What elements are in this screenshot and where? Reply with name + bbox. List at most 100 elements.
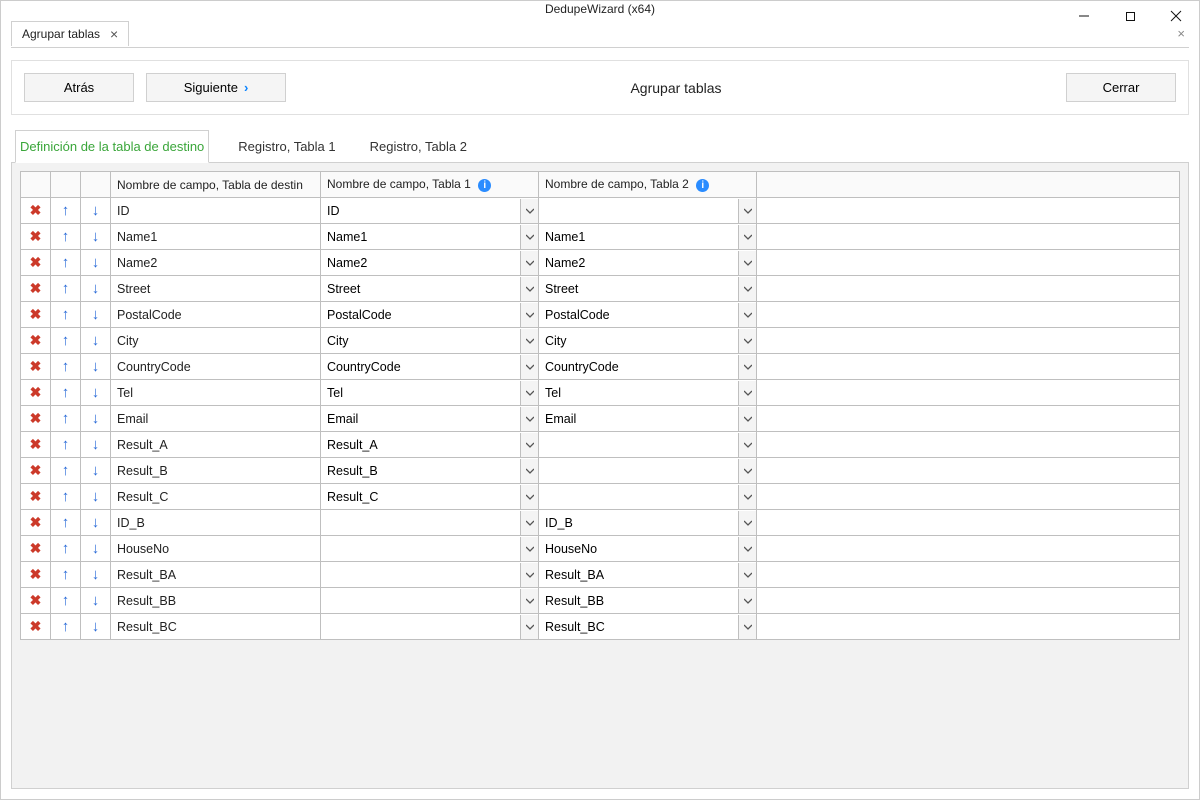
- move-down-button[interactable]: ↓: [81, 302, 110, 327]
- chevron-down-icon[interactable]: [520, 225, 538, 249]
- move-down-button[interactable]: ↓: [81, 484, 110, 509]
- field-combo-input[interactable]: [321, 251, 520, 275]
- field-combo[interactable]: [539, 614, 756, 639]
- outer-tab-group-tables[interactable]: Agrupar tablas ×: [11, 21, 129, 46]
- dest-field-cell[interactable]: PostalCode: [111, 308, 320, 322]
- delete-row-button[interactable]: ✖: [21, 224, 50, 249]
- delete-row-button[interactable]: ✖: [21, 354, 50, 379]
- field-combo-input[interactable]: [321, 615, 520, 639]
- chevron-down-icon[interactable]: [738, 459, 756, 483]
- field-combo-input[interactable]: [539, 381, 738, 405]
- field-combo[interactable]: [321, 588, 538, 613]
- move-down-button[interactable]: ↓: [81, 588, 110, 613]
- move-down-button[interactable]: ↓: [81, 354, 110, 379]
- move-up-button[interactable]: ↑: [51, 588, 80, 613]
- field-combo[interactable]: [539, 224, 756, 249]
- chevron-down-icon[interactable]: [520, 563, 538, 587]
- field-combo-input[interactable]: [321, 589, 520, 613]
- move-down-button[interactable]: ↓: [81, 380, 110, 405]
- field-combo-input[interactable]: [539, 563, 738, 587]
- delete-row-button[interactable]: ✖: [21, 406, 50, 431]
- close-button[interactable]: Cerrar: [1066, 73, 1176, 102]
- chevron-down-icon[interactable]: [738, 329, 756, 353]
- field-combo-input[interactable]: [539, 537, 738, 561]
- field-combo[interactable]: [321, 458, 538, 483]
- field-combo[interactable]: [539, 406, 756, 431]
- delete-row-button[interactable]: ✖: [21, 198, 50, 223]
- field-combo[interactable]: [539, 536, 756, 561]
- field-combo[interactable]: [321, 250, 538, 275]
- move-up-button[interactable]: ↑: [51, 276, 80, 301]
- field-combo-input[interactable]: [539, 329, 738, 353]
- info-icon[interactable]: i: [478, 179, 491, 192]
- move-up-button[interactable]: ↑: [51, 302, 80, 327]
- tab-record-table1[interactable]: Registro, Tabla 1: [233, 130, 340, 163]
- dest-field-cell[interactable]: ID: [111, 204, 320, 218]
- field-combo-input[interactable]: [539, 459, 738, 483]
- move-down-button[interactable]: ↓: [81, 536, 110, 561]
- field-combo[interactable]: [321, 224, 538, 249]
- dest-field-cell[interactable]: Result_A: [111, 438, 320, 452]
- field-combo[interactable]: [321, 302, 538, 327]
- field-combo-input[interactable]: [539, 303, 738, 327]
- col-header-table1[interactable]: Nombre de campo, Tabla 1 i: [321, 172, 539, 198]
- delete-row-button[interactable]: ✖: [21, 484, 50, 509]
- dest-field-cell[interactable]: Result_C: [111, 490, 320, 504]
- field-combo-input[interactable]: [539, 407, 738, 431]
- chevron-down-icon[interactable]: [520, 251, 538, 275]
- chevron-down-icon[interactable]: [520, 303, 538, 327]
- chevron-down-icon[interactable]: [738, 303, 756, 327]
- chevron-down-icon[interactable]: [738, 225, 756, 249]
- chevron-down-icon[interactable]: [738, 615, 756, 639]
- delete-row-button[interactable]: ✖: [21, 250, 50, 275]
- chevron-down-icon[interactable]: [520, 433, 538, 457]
- field-combo-input[interactable]: [321, 381, 520, 405]
- dest-field-cell[interactable]: City: [111, 334, 320, 348]
- delete-row-button[interactable]: ✖: [21, 510, 50, 535]
- chevron-down-icon[interactable]: [520, 329, 538, 353]
- field-combo[interactable]: [539, 380, 756, 405]
- move-up-button[interactable]: ↑: [51, 354, 80, 379]
- chevron-down-icon[interactable]: [738, 433, 756, 457]
- field-combo[interactable]: [321, 484, 538, 509]
- field-combo[interactable]: [539, 484, 756, 509]
- field-combo-input[interactable]: [321, 407, 520, 431]
- field-combo-input[interactable]: [321, 537, 520, 561]
- chevron-down-icon[interactable]: [738, 277, 756, 301]
- field-combo[interactable]: [321, 354, 538, 379]
- next-button[interactable]: Siguiente ›: [146, 73, 286, 102]
- move-down-button[interactable]: ↓: [81, 198, 110, 223]
- delete-row-button[interactable]: ✖: [21, 536, 50, 561]
- field-combo-input[interactable]: [321, 329, 520, 353]
- field-combo[interactable]: [539, 302, 756, 327]
- chevron-down-icon[interactable]: [520, 355, 538, 379]
- field-combo-input[interactable]: [539, 199, 738, 223]
- tab-dest-definition[interactable]: Definición de la tabla de destino: [15, 130, 209, 163]
- field-combo-input[interactable]: [321, 433, 520, 457]
- chevron-down-icon[interactable]: [520, 407, 538, 431]
- move-down-button[interactable]: ↓: [81, 432, 110, 457]
- field-combo[interactable]: [539, 250, 756, 275]
- field-combo-input[interactable]: [539, 355, 738, 379]
- field-combo-input[interactable]: [321, 459, 520, 483]
- field-combo-input[interactable]: [539, 485, 738, 509]
- delete-row-button[interactable]: ✖: [21, 276, 50, 301]
- dest-field-cell[interactable]: Name1: [111, 230, 320, 244]
- delete-row-button[interactable]: ✖: [21, 302, 50, 327]
- field-combo-input[interactable]: [539, 511, 738, 535]
- move-up-button[interactable]: ↑: [51, 562, 80, 587]
- field-combo[interactable]: [321, 328, 538, 353]
- dest-field-cell[interactable]: Name2: [111, 256, 320, 270]
- field-combo[interactable]: [321, 406, 538, 431]
- move-up-button[interactable]: ↑: [51, 224, 80, 249]
- chevron-down-icon[interactable]: [738, 563, 756, 587]
- dest-field-cell[interactable]: Result_BB: [111, 594, 320, 608]
- chevron-down-icon[interactable]: [738, 199, 756, 223]
- delete-row-button[interactable]: ✖: [21, 380, 50, 405]
- field-combo-input[interactable]: [321, 225, 520, 249]
- move-up-button[interactable]: ↑: [51, 380, 80, 405]
- chevron-down-icon[interactable]: [738, 381, 756, 405]
- delete-row-button[interactable]: ✖: [21, 614, 50, 639]
- dest-field-cell[interactable]: Street: [111, 282, 320, 296]
- chevron-down-icon[interactable]: [520, 485, 538, 509]
